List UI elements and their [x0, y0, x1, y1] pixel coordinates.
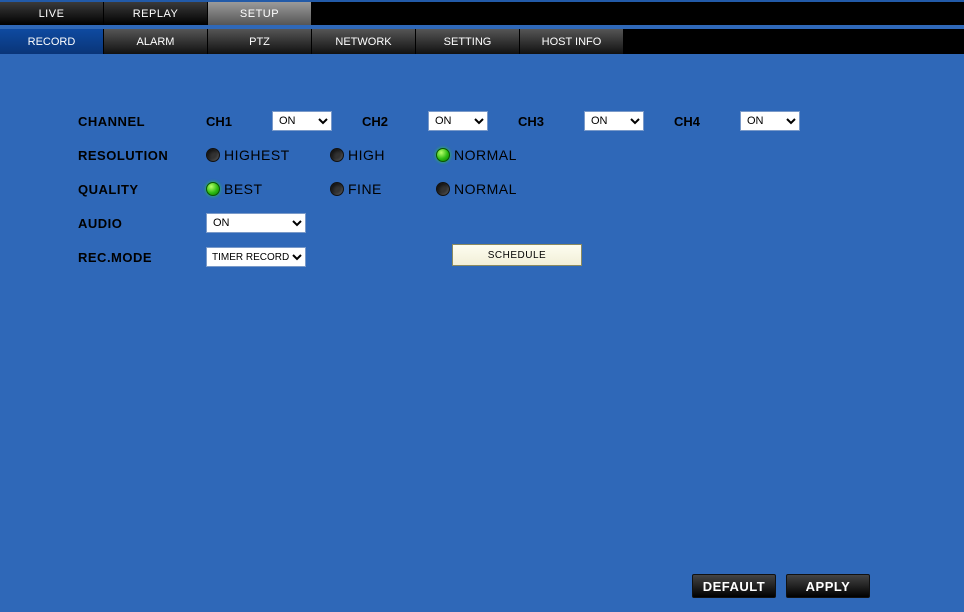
subtab-record[interactable]: RECORD [0, 29, 104, 54]
recmode-select[interactable]: TIMER RECORD [206, 247, 306, 267]
ch1-select[interactable]: ON [272, 111, 332, 131]
apply-button[interactable]: APPLY [786, 574, 870, 598]
resolution-high[interactable]: HIGH [330, 147, 418, 163]
row-quality: QUALITY BEST FINE NORMAL [78, 172, 964, 206]
subtab-setting[interactable]: SETTING [416, 29, 520, 54]
radio-dot-selected-icon [206, 182, 220, 196]
quality-fine-label: FINE [348, 181, 382, 197]
resolution-high-label: HIGH [348, 147, 385, 163]
ch2-select[interactable]: ON [428, 111, 488, 131]
row-channel: CHANNEL CH1 ON CH2 ON CH3 ON CH4 ON [78, 104, 964, 138]
subtab-ptz[interactable]: PTZ [208, 29, 312, 54]
row-resolution: RESOLUTION HIGHEST HIGH NORMAL [78, 138, 964, 172]
label-recmode: REC.MODE [78, 250, 206, 265]
radio-dot-icon [206, 148, 220, 162]
resolution-highest[interactable]: HIGHEST [206, 147, 312, 163]
radio-dot-icon [330, 148, 344, 162]
tab-replay[interactable]: REPLAY [104, 2, 208, 25]
resolution-highest-label: HIGHEST [224, 147, 290, 163]
sub-tabs: RECORD ALARM PTZ NETWORK SETTING HOST IN… [0, 28, 964, 54]
tab-live[interactable]: LIVE [0, 2, 104, 25]
label-quality: QUALITY [78, 182, 206, 197]
top-tabs: LIVE REPLAY SETUP [0, 0, 964, 28]
subtab-alarm[interactable]: ALARM [104, 29, 208, 54]
radio-dot-icon [330, 182, 344, 196]
default-button[interactable]: DEFAULT [692, 574, 776, 598]
bottom-buttons: DEFAULT APPLY [692, 574, 870, 598]
subtab-hostinfo[interactable]: HOST INFO [520, 29, 624, 54]
tab-setup[interactable]: SETUP [208, 2, 312, 25]
ch4-label: CH4 [674, 114, 734, 129]
schedule-button[interactable]: SCHEDULE [452, 244, 582, 266]
label-resolution: RESOLUTION [78, 148, 206, 163]
radio-dot-icon [436, 182, 450, 196]
ch2-label: CH2 [362, 114, 422, 129]
quality-best-label: BEST [224, 181, 263, 197]
top-tab-filler [312, 2, 964, 25]
radio-dot-selected-icon [436, 148, 450, 162]
label-audio: AUDIO [78, 216, 206, 231]
quality-fine[interactable]: FINE [330, 181, 418, 197]
audio-select[interactable]: ON [206, 213, 306, 233]
content-area: CHANNEL CH1 ON CH2 ON CH3 ON CH4 ON RESO… [0, 54, 964, 274]
ch1-label: CH1 [206, 114, 266, 129]
quality-normal-label: NORMAL [454, 181, 517, 197]
ch3-label: CH3 [518, 114, 578, 129]
row-audio: AUDIO ON [78, 206, 964, 240]
resolution-normal[interactable]: NORMAL [436, 147, 536, 163]
sub-tab-filler [624, 29, 964, 54]
ch4-select[interactable]: ON [740, 111, 800, 131]
quality-normal[interactable]: NORMAL [436, 181, 536, 197]
subtab-network[interactable]: NETWORK [312, 29, 416, 54]
label-channel: CHANNEL [78, 114, 206, 129]
quality-best[interactable]: BEST [206, 181, 312, 197]
resolution-normal-label: NORMAL [454, 147, 517, 163]
ch3-select[interactable]: ON [584, 111, 644, 131]
